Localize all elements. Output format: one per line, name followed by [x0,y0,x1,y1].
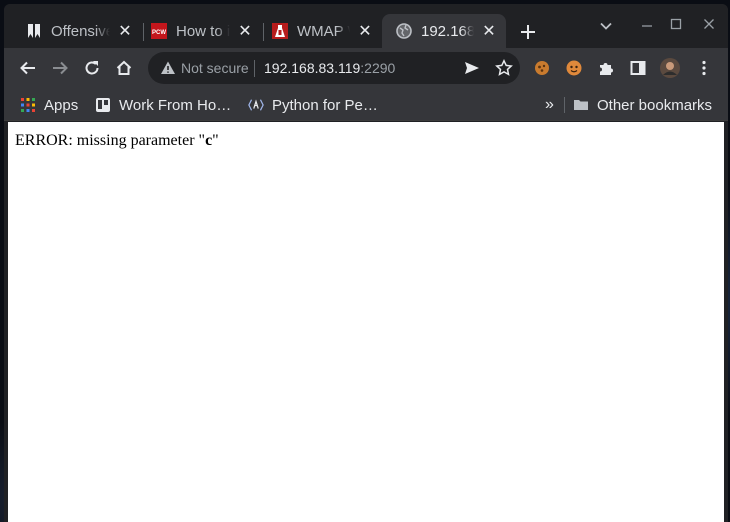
reload-icon [85,61,99,75]
bookmark-python[interactable]: Python for Pe… [248,94,378,116]
more-vertical-icon [702,60,706,76]
tab-title: How to in [176,22,230,40]
bookmark-logo-icon [26,23,42,39]
trello-icon [95,97,111,113]
send-tab-button[interactable] [456,52,488,84]
apps-shortcut[interactable]: Apps [20,94,78,116]
new-tab-button[interactable] [516,20,540,44]
warning-triangle-icon[interactable] [160,60,176,76]
tab-title: WMAP W [297,22,350,40]
bookmark-star-button[interactable] [488,52,520,84]
wmap-logo-icon [272,23,288,39]
url-host: 192.168.83.119 [264,60,361,76]
tab-how-to[interactable]: PCW How to in ✕ [137,14,262,48]
close-tab-icon[interactable]: ✕ [356,22,374,40]
error-suffix: " [212,132,219,149]
extensions-button[interactable] [590,52,622,84]
plus-icon [521,25,535,39]
tab-offensive[interactable]: Offensive ✕ [12,14,142,48]
profile-button[interactable] [654,52,686,84]
close-tab-icon[interactable]: ✕ [236,22,254,40]
side-panel-icon [630,61,646,75]
close-window-button[interactable] [696,12,722,36]
arrow-left-icon [20,61,35,75]
side-panel-button[interactable] [622,52,654,84]
close-tab-icon[interactable]: ✕ [480,22,498,40]
url-text[interactable]: 192.168.83.119:2290 [264,60,395,76]
tab-active-page[interactable]: 192.168.8 ✕ [382,14,506,48]
bookmarks-bar: Apps Work From Ho… Python for Pe… » Othe… [4,88,728,121]
apps-grid-icon [20,97,36,113]
double-chevron-icon: » [545,96,554,113]
minimize-icon [642,25,652,27]
code-lambda-icon [248,97,264,113]
forward-button[interactable] [44,52,76,84]
apps-label: Apps [44,96,79,114]
menu-button[interactable] [688,52,720,84]
error-message: ERROR: missing parameter "c" [15,132,219,150]
reload-button[interactable] [76,52,108,84]
page-viewport: ERROR: missing parameter "c" [8,122,724,522]
avatar-icon [660,58,680,78]
address-bar[interactable]: Not secure 192.168.83.119:2290 [148,52,520,84]
tab-title: Offensive [51,22,110,40]
home-icon [116,60,132,75]
folder-icon [573,97,589,113]
bookmark-label: Work From Ho… [119,96,232,114]
pcw-logo-icon: PCW [151,23,167,39]
maximize-button[interactable] [663,12,689,36]
tab-search-button[interactable] [592,14,620,38]
url-port: :2290 [360,60,396,76]
tab-title: 192.168.8 [421,22,474,40]
back-button[interactable] [12,52,44,84]
bookmarks-divider [564,97,565,113]
puzzle-icon [600,63,613,75]
error-prefix: ERROR: missing parameter " [15,132,206,149]
navigation-toolbar: Not secure 192.168.83.119:2290 [4,48,728,88]
face-extension-icon [566,60,582,76]
extension-1-button[interactable] [526,52,558,84]
close-icon [704,19,714,29]
bookmark-work-from-home[interactable]: Work From Ho… [95,94,231,116]
close-tab-icon[interactable]: ✕ [116,22,134,40]
send-icon [465,62,479,74]
bookmarks-overflow-button[interactable]: » [545,94,554,116]
globe-icon [396,23,412,39]
maximize-icon [670,18,682,30]
svg-text:PCW: PCW [152,30,166,36]
home-button[interactable] [108,52,140,84]
security-label[interactable]: Not secure [181,60,249,76]
minimize-button[interactable] [634,14,660,38]
address-divider [254,60,255,77]
star-icon [495,59,513,76]
extension-2-button[interactable] [558,52,590,84]
arrow-right-icon [53,61,68,75]
other-bookmarks-folder[interactable]: Other bookmarks [573,94,712,116]
bookmark-label: Python for Pe… [272,96,378,114]
chevron-down-icon [600,22,612,30]
browser-window: Offensive ✕ PCW How to in ✕ WMAP W ✕ 192… [4,4,728,522]
tab-wmap[interactable]: WMAP W ✕ [258,14,382,48]
other-bookmarks-label: Other bookmarks [597,96,713,114]
tab-strip: Offensive ✕ PCW How to in ✕ WMAP W ✕ 192… [4,4,728,48]
cookie-extension-icon [535,61,549,75]
